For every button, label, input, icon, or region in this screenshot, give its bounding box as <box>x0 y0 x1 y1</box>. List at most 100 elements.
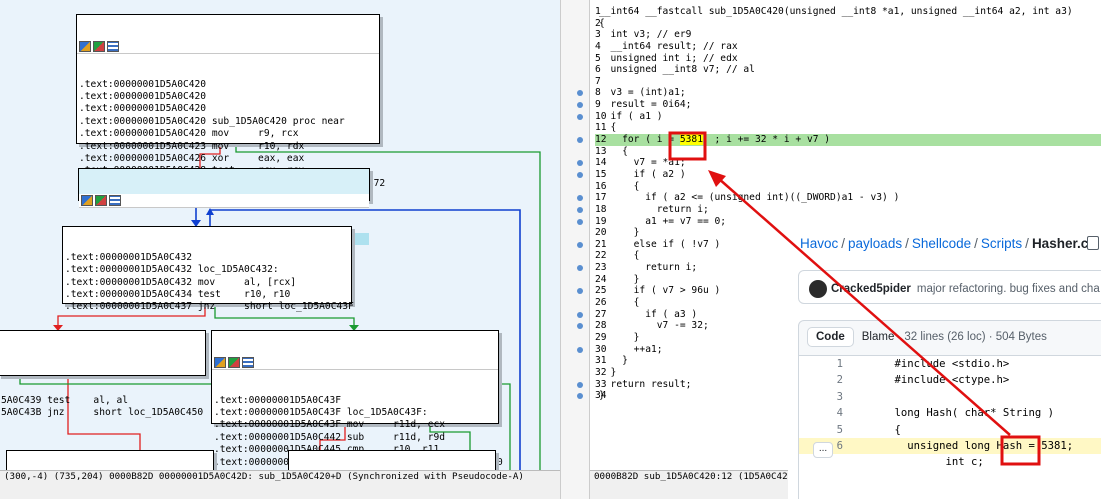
pane-divider[interactable] <box>560 0 590 499</box>
code-block-entry[interactable]: .text:00000001D5A0C420 .text:00000001D5A0… <box>76 14 385 189</box>
asm-line[interactable]: .text:00000001D5A0C434 test r10, r10 <box>63 289 351 301</box>
breakpoint-dot-icon[interactable] <box>577 218 583 225</box>
asm-line[interactable]: .text:00000001D5A0C426 xor eax, eax <box>77 153 379 165</box>
pseudocode-line[interactable]: 16 { <box>595 181 1101 193</box>
list-icon[interactable] <box>107 40 119 52</box>
asm-line[interactable]: .text:00000001D5A0C420 <box>77 79 379 91</box>
code-line-number[interactable]: 4 <box>799 405 843 421</box>
pseudocode-line[interactable]: 1 __int64 __fastcall sub_1D5A0C420(unsign… <box>595 6 1101 18</box>
color-icon[interactable] <box>79 40 91 52</box>
code-line-number[interactable]: 5 <box>799 422 843 438</box>
copy-path-icon[interactable] <box>1087 236 1099 250</box>
asm-line[interactable]: .text:00000001D5A0C432 mov al, [rcx] <box>63 277 351 289</box>
asm-line[interactable]: 5A0C439 test al, al <box>0 395 205 407</box>
pseudocode-text: v7 -= 32; <box>599 320 709 332</box>
breadcrumb-repo[interactable]: Havoc <box>800 236 838 251</box>
asm-line[interactable]: 5A0C43B jnz short loc_1D5A0C450 <box>0 407 205 419</box>
code-line-text: #include <stdio.h> <box>869 358 1010 370</box>
breakpoint-dot-icon[interactable] <box>577 381 583 388</box>
file-toolbar: Code Blame 32 lines (26 loc) · 504 Bytes <box>798 320 1101 356</box>
avatar[interactable] <box>809 280 827 298</box>
color-icon[interactable] <box>214 356 226 368</box>
list-icon[interactable] <box>109 194 121 206</box>
breakpoint-dot-icon[interactable] <box>577 311 583 318</box>
pseudocode-line[interactable]: 11 { <box>595 122 1101 134</box>
pseudocode-line[interactable]: 5 unsigned int i; // edx <box>595 53 1101 65</box>
graph-icon[interactable] <box>228 356 240 368</box>
pseudocode-line[interactable]: 4 __int64 result; // rax <box>595 41 1101 53</box>
list-icon[interactable] <box>242 356 254 368</box>
code-block-right[interactable]: .text:00000001D5A0C43F .text:00000001D5A0… <box>211 330 503 468</box>
graph-icon[interactable] <box>95 194 107 206</box>
code-line-text: int c; <box>869 456 984 469</box>
breadcrumb-scripts[interactable]: Scripts <box>981 236 1022 251</box>
pseudocode-line[interactable]: 19 a1 += v7 == 0; <box>577 216 1101 228</box>
pseudocode-line[interactable]: 18 return i; <box>577 203 1101 216</box>
asm-line[interactable]: .text:00000001D5A0C442 sub r11d, r9d <box>212 432 498 444</box>
code-line[interactable]: 6 unsigned long Hash = 5381; <box>799 437 1101 455</box>
commit-message[interactable]: major refactoring. bug fixes and cha <box>917 283 1100 295</box>
github-file-view: Havoc / payloads / Shellcode / Scripts / Hasher.… <box>790 228 1101 499</box>
pseudocode-line[interactable]: 6 unsigned __int8 v7; // al <box>595 64 1101 76</box>
pseudocode-line[interactable]: 13 { <box>595 146 1101 158</box>
breadcrumb-shellcode[interactable]: Shellcode <box>912 236 971 251</box>
code-block-loop[interactable]: .text:00000001D5A0C432 .text:00000001D5A0… <box>62 226 354 312</box>
tab-blame[interactable]: Blame <box>862 331 895 343</box>
pseudocode-line[interactable]: 2{ <box>595 18 1101 30</box>
breakpoint-dot-icon[interactable] <box>577 241 583 248</box>
code-line[interactable]: 1 #include <stdio.h> <box>799 356 1101 372</box>
breakpoint-dot-icon[interactable] <box>577 137 583 144</box>
pseudocode-line[interactable]: 15 if ( a2 ) <box>577 169 1101 181</box>
code-line[interactable]: 5 { <box>799 422 1101 438</box>
pseudocode-line[interactable]: 8 v3 = (int)a1; <box>577 87 1101 99</box>
pseudocode-line[interactable]: 14 v7 = *a1; <box>577 157 1101 169</box>
ida-graph-view[interactable]: .text:00000001D5A0C420 .text:00000001D5A0… <box>0 0 560 470</box>
pseudocode-line[interactable]: 9 result = 0i64; <box>577 99 1101 111</box>
breadcrumb-payloads[interactable]: payloads <box>848 236 902 251</box>
asm-line[interactable]: .text:00000001D5A0C43F mov r11d, ecx <box>212 419 498 431</box>
asm-line[interactable]: .text:00000001D5A0C420 <box>77 91 379 103</box>
asm-line[interactable]: .text:00000001D5A0C420 mov r9, rcx <box>77 128 379 140</box>
asm-line[interactable]: .text:00000001D5A0C43F <box>212 395 498 407</box>
breakpoint-dot-icon[interactable] <box>577 113 583 120</box>
breakpoint-dot-icon[interactable] <box>577 171 583 178</box>
ida-status-text: (300,-4) (735,204) 0000B82D 00000001D5A0… <box>4 471 524 482</box>
pseudocode-line[interactable]: 3 int v3; // er9 <box>595 29 1101 41</box>
asm-line[interactable]: .text:00000001D5A0C420 <box>77 103 379 115</box>
asm-line[interactable]: .text:00000001D5A0C420 sub_1D5A0C420 pro… <box>77 116 379 128</box>
code-block-left[interactable]: 5A0C439 test al, al 5A0C43B jnz short loc… <box>0 330 206 418</box>
breakpoint-dot-icon[interactable] <box>577 346 583 353</box>
line-menu-button[interactable]: ... <box>813 442 833 458</box>
pseudocode-text: unsigned int i; // edx <box>599 52 738 64</box>
asm-line[interactable]: .text:00000001D5A0C437 jnz short loc_1D5… <box>63 301 354 313</box>
asm-line[interactable]: .text:00000001D5A0C432 loc_1D5A0C432: <box>63 264 351 276</box>
graph-icon[interactable] <box>93 40 105 52</box>
tab-code[interactable]: Code <box>807 327 854 347</box>
code-block-bottom-left[interactable] <box>6 450 214 470</box>
pseudocode-line[interactable]: 12 for ( i = 5381; ; i += 32 * i + v7 ) <box>577 134 1101 146</box>
pseudocode-text: v7 = *a1; <box>599 157 686 169</box>
commit-author[interactable]: Cracked5pider <box>831 283 911 295</box>
pseudocode-text: return i; <box>599 203 709 215</box>
pseudocode-status-bar: 0000B82D sub_1D5A0C420:12 (1D5A0C42 <box>590 470 788 499</box>
asm-line[interactable]: .text:00000001D5A0C43F loc_1D5A0C43F: <box>212 407 498 419</box>
pseudocode-line[interactable]: 7 <box>595 76 1101 88</box>
code-line[interactable]: 3 <box>799 389 1101 405</box>
asm-line[interactable]: .text:00000001D5A0C432 <box>63 252 351 264</box>
code-listing[interactable]: 1 #include <stdio.h> 2 #include <ctype.h>… <box>798 356 1101 499</box>
code-line[interactable]: 2 #include <ctype.h> <box>799 372 1101 388</box>
pseudocode-text: if ( a2 <= (unsigned int)((_DWORD)a1 - v… <box>599 192 900 204</box>
code-line-number[interactable]: 2 <box>799 372 843 388</box>
asm-line[interactable]: .text:00000001D5A0C423 mov r10, rdx <box>77 141 379 153</box>
pseudocode-line[interactable]: 17 if ( a2 <= (unsigned int)((_DWORD)a1 … <box>577 192 1101 204</box>
color-icon[interactable] <box>81 194 93 206</box>
code-block-bottom-right[interactable] <box>288 450 496 470</box>
pseudocode-line[interactable]: 10 if ( a1 ) <box>577 111 1101 123</box>
code-line-text: #include <ctype.h> <box>869 374 1010 387</box>
code-block-selected[interactable]: .text:00000001D5A0C42D mov edx, 1505h <box>78 168 370 246</box>
code-line-number[interactable]: 3 <box>799 389 843 405</box>
code-line[interactable]: int c; <box>799 454 1101 470</box>
code-line-number[interactable]: 1 <box>799 356 843 372</box>
breakpoint-dot-icon[interactable] <box>577 206 583 213</box>
code-line[interactable]: 4 long Hash( char* String ) <box>799 405 1101 421</box>
